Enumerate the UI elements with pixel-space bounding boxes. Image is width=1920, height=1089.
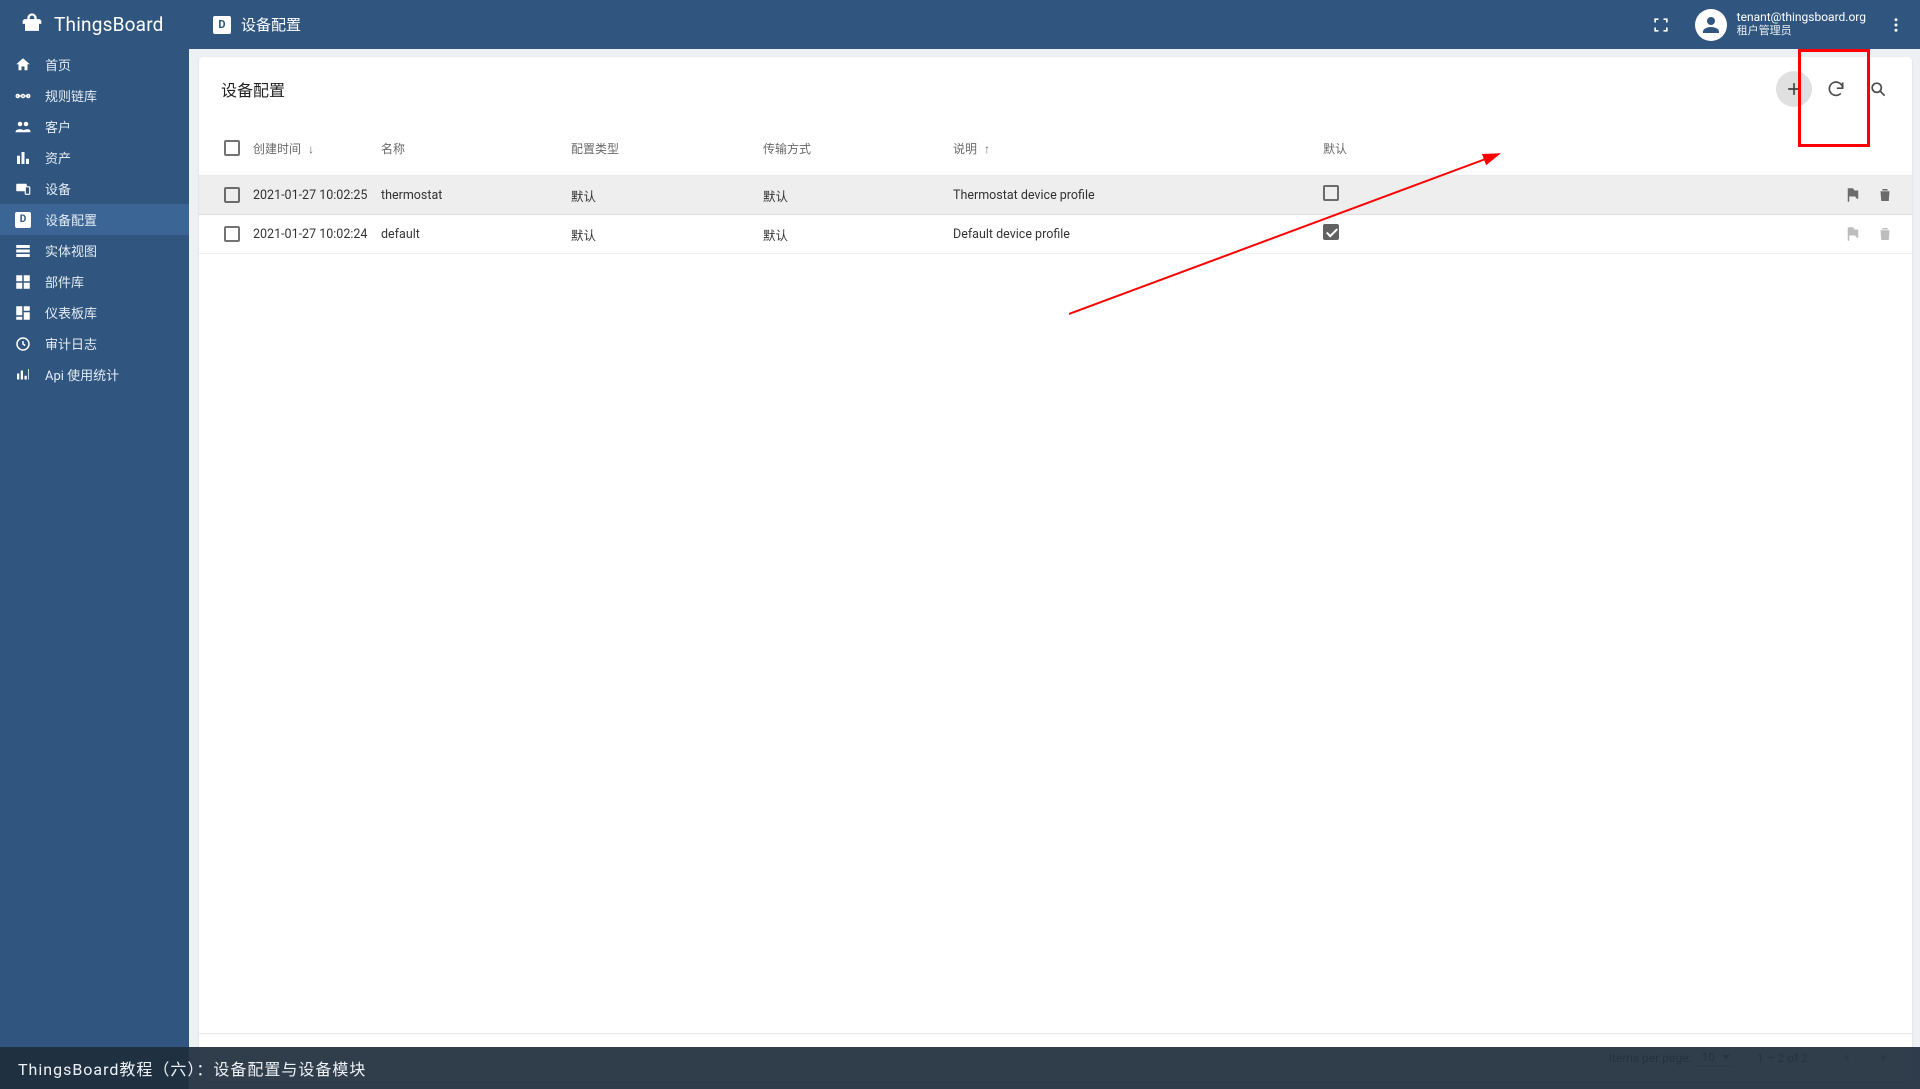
delete-button[interactable] (1876, 186, 1894, 204)
sidebar-item-label: 仪表板库 (45, 303, 97, 322)
sidebar-item-label: 实体视图 (45, 241, 97, 260)
col-description[interactable]: 说明 ↑ (953, 140, 1323, 157)
breadcrumb-label: 设备配置 (241, 14, 301, 35)
logo-icon (18, 11, 46, 39)
sidebar-item-devprof[interactable]: D 设备配置 (0, 204, 189, 235)
sidebar-item-widgets[interactable]: 部件库 (0, 266, 189, 297)
logo[interactable]: ThingsBoard (0, 0, 189, 49)
sidebar-item-audit[interactable]: 审计日志 (0, 328, 189, 359)
home-icon (14, 56, 32, 74)
dashboards-icon (14, 304, 32, 322)
cell-type: 默认 (571, 186, 763, 205)
sidebar-item-dashboards[interactable]: 仪表板库 (0, 297, 189, 328)
col-transport[interactable]: 传输方式 (763, 140, 953, 157)
device-profiles-card: 设备配置 (199, 57, 1912, 1081)
sidebar-item-label: Api 使用统计 (45, 365, 119, 384)
cell-type: 默认 (571, 225, 763, 244)
widgets-icon (14, 273, 32, 291)
sidebar-item-label: 资产 (45, 148, 71, 167)
col-default[interactable]: 默认 (1323, 140, 1393, 157)
sidebar-item-label: 审计日志 (45, 334, 97, 353)
sidebar-item-api[interactable]: Api 使用统计 (0, 359, 189, 390)
sort-asc-icon: ↑ (984, 142, 990, 156)
account-email: tenant@thingsboard.org (1737, 11, 1866, 25)
sidebar-item-label: 规则链库 (45, 86, 97, 105)
make-default-button (1844, 225, 1862, 243)
topbar: ThingsBoard D 设备配置 tenant@thingsboard.or… (0, 0, 1920, 49)
row-checkbox[interactable] (224, 187, 240, 203)
sidebar-item-customers[interactable]: 客户 (0, 111, 189, 142)
add-button[interactable] (1776, 71, 1812, 107)
breadcrumb: D 设备配置 (189, 14, 301, 35)
trash-icon (1876, 225, 1894, 243)
sidebar-item-assets[interactable]: 资产 (0, 142, 189, 173)
card-title: 设备配置 (221, 77, 285, 101)
row-checkbox[interactable] (224, 226, 240, 242)
account[interactable]: tenant@thingsboard.org 租户管理员 (1689, 9, 1872, 41)
sidebar-item-label: 首页 (45, 55, 71, 74)
sidebar-item-label: 设备 (45, 179, 71, 198)
fullscreen-button[interactable] (1641, 5, 1681, 45)
default-checkbox[interactable] (1323, 224, 1339, 240)
delete-button (1876, 225, 1894, 243)
cell-transport: 默认 (763, 225, 953, 244)
footer-caption: ThingsBoard教程（六）：设备配置与设备模块 (0, 1047, 1920, 1089)
card-tools (1776, 71, 1896, 107)
sidebar-item-label: 客户 (45, 117, 71, 136)
rulechain-icon (14, 87, 32, 105)
table-row[interactable]: 2021-01-27 10:02:25thermostat默认默认Thermos… (199, 176, 1912, 215)
trash-icon (1876, 186, 1894, 204)
sidebar-item-rulechain[interactable]: 规则链库 (0, 80, 189, 111)
sidebar-item-home[interactable]: 首页 (0, 49, 189, 80)
refresh-button[interactable] (1818, 71, 1854, 107)
col-created[interactable]: 创建时间 ↓ (253, 140, 381, 157)
select-all-checkbox[interactable] (224, 140, 240, 156)
content: 设备配置 (189, 49, 1920, 1089)
audit-icon (14, 335, 32, 353)
breadcrumb-icon: D (213, 16, 231, 34)
more-menu-button[interactable] (1880, 16, 1912, 34)
fullscreen-icon (1651, 15, 1671, 35)
cell-created: 2021-01-27 10:02:24 (253, 227, 381, 242)
cell-created: 2021-01-27 10:02:25 (253, 188, 381, 203)
col-type[interactable]: 配置类型 (571, 140, 763, 157)
default-checkbox[interactable] (1323, 185, 1339, 201)
sidebar-item-label: 设备配置 (45, 210, 97, 229)
sidebar: 首页规则链库客户资产设备 D 设备配置实体视图部件库仪表板库审计日志 Api 使用统计 (0, 49, 189, 1089)
col-name[interactable]: 名称 (381, 140, 571, 157)
sidebar-item-label: 部件库 (45, 272, 84, 291)
sidebar-item-devices[interactable]: 设备 (0, 173, 189, 204)
api-icon (14, 366, 32, 384)
cell-name: thermostat (381, 188, 571, 203)
table-body: 2021-01-27 10:02:25thermostat默认默认Thermos… (199, 176, 1912, 1033)
entityview-icon (14, 242, 32, 260)
table-row[interactable]: 2021-01-27 10:02:24default默认默认Default de… (199, 215, 1912, 254)
plus-icon (1784, 79, 1804, 99)
cell-transport: 默认 (763, 186, 953, 205)
table-header: 创建时间 ↓ 名称 配置类型 传输方式 说明 ↑ 默认 (199, 121, 1912, 176)
customers-icon (14, 118, 32, 136)
search-icon (1868, 79, 1888, 99)
sort-desc-icon: ↓ (308, 142, 314, 156)
cell-name: default (381, 227, 571, 242)
card-header: 设备配置 (199, 57, 1912, 121)
assets-icon (14, 149, 32, 167)
flag-icon (1844, 186, 1862, 204)
logo-text: ThingsBoard (54, 13, 164, 36)
refresh-icon (1826, 79, 1846, 99)
devprof-icon: D (14, 211, 32, 229)
avatar (1695, 9, 1727, 41)
more-vert-icon (1887, 16, 1905, 34)
make-default-button[interactable] (1844, 186, 1862, 204)
cell-description: Default device profile (953, 227, 1323, 242)
sidebar-item-entityview[interactable]: 实体视图 (0, 235, 189, 266)
flag-icon (1844, 225, 1862, 243)
account-info: tenant@thingsboard.org 租户管理员 (1737, 11, 1866, 37)
account-icon (1699, 13, 1723, 37)
top-actions: tenant@thingsboard.org 租户管理员 (1641, 5, 1912, 45)
cell-description: Thermostat device profile (953, 188, 1323, 203)
devices-icon (14, 180, 32, 198)
account-role: 租户管理员 (1737, 25, 1866, 38)
search-button[interactable] (1860, 71, 1896, 107)
